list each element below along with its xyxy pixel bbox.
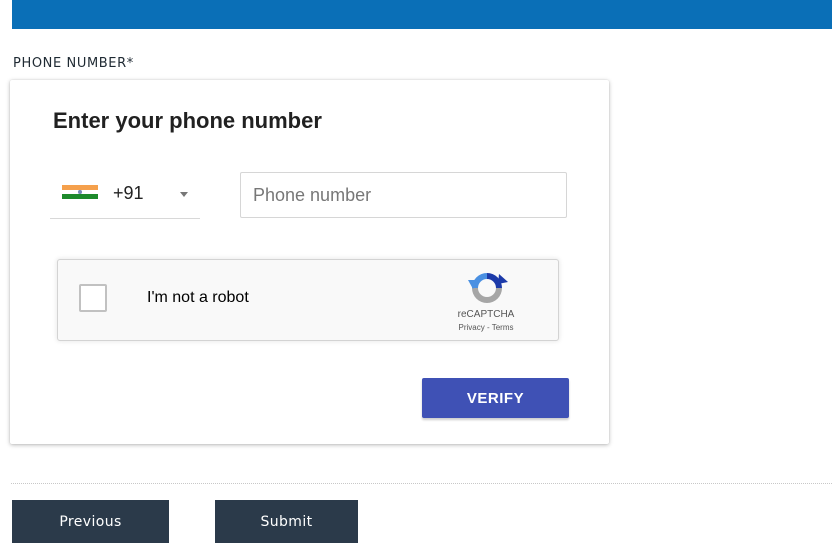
- top-progress-bar: [12, 0, 832, 29]
- phone-auth-card: Enter your phone number +91 I'm not a ro…: [10, 80, 609, 444]
- india-flag-icon: [62, 185, 98, 199]
- divider: [11, 483, 832, 484]
- previous-button[interactable]: Previous: [12, 500, 169, 543]
- recaptcha-checkbox[interactable]: [79, 284, 107, 312]
- recaptcha-widget: I'm not a robot reCAPTCHA Privacy - Term…: [57, 259, 559, 341]
- country-code-selector[interactable]: +91: [50, 173, 200, 219]
- phone-number-field-label: PHONE NUMBER*: [13, 56, 134, 71]
- dial-code: +91: [113, 183, 144, 203]
- recaptcha-brand: reCAPTCHA: [457, 309, 515, 320]
- caret-down-icon: [180, 192, 188, 197]
- verify-button[interactable]: VERIFY: [422, 378, 569, 418]
- recaptcha-privacy-terms[interactable]: Privacy - Terms: [436, 323, 536, 332]
- recaptcha-label: I'm not a robot: [147, 289, 249, 306]
- recaptcha-logo-icon: [468, 273, 508, 303]
- submit-button[interactable]: Submit: [215, 500, 358, 543]
- card-title: Enter your phone number: [53, 108, 322, 133]
- phone-number-input[interactable]: [240, 172, 567, 218]
